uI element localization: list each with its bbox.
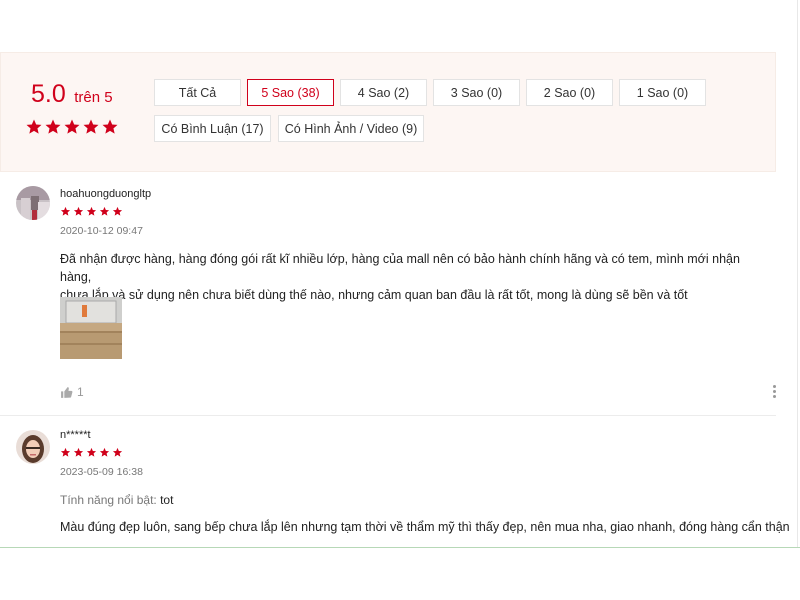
star-icon	[60, 447, 71, 457]
average-score: 5.0 trên 5	[31, 80, 113, 109]
review-date: 2020-10-12 09:47	[60, 225, 143, 237]
page-bottom-border	[0, 547, 800, 548]
filter-1-star-button[interactable]: 1 Sao (0)	[619, 79, 706, 106]
review-content: Màu đúng đẹp luôn, sang bếp chưa lắp lên…	[60, 518, 790, 536]
page-edge	[797, 0, 798, 548]
filter-4-star-button[interactable]: 4 Sao (2)	[340, 79, 427, 106]
rating-summary-panel	[0, 52, 776, 172]
star-icon	[26, 119, 42, 134]
filter-3-star-button[interactable]: 3 Sao (0)	[433, 79, 520, 106]
filter-with-media-button[interactable]: Có Hình Ảnh / Video (9)	[278, 115, 424, 142]
star-icon	[73, 206, 84, 216]
avatar[interactable]	[16, 186, 50, 220]
star-icon	[112, 206, 123, 216]
star-icon	[86, 206, 97, 216]
star-icon	[73, 447, 84, 457]
review-photo[interactable]	[60, 297, 122, 359]
score-suffix: trên 5	[74, 89, 113, 106]
star-icon	[60, 206, 71, 216]
review-content-line: chưa lắp và sử dụng nên chưa biết dùng t…	[60, 288, 688, 302]
review-stars	[60, 206, 123, 217]
feature-label: Tính năng nổi bật:	[60, 493, 157, 507]
feature-value: tot	[160, 493, 174, 507]
star-icon	[64, 119, 80, 134]
reviewer-username[interactable]: hoahuongduongltp	[60, 188, 151, 200]
like-count: 1	[77, 385, 84, 399]
score-value: 5.0	[31, 80, 66, 108]
review-stars	[60, 447, 123, 458]
review-content-line: Màu đúng đẹp luôn, sang bếp chưa lắp lên…	[60, 520, 790, 534]
star-icon	[102, 119, 118, 134]
filter-with-comments-button[interactable]: Có Bình Luận (17)	[154, 115, 271, 142]
filter-5-star-button[interactable]: 5 Sao (38)	[247, 79, 334, 106]
review-content: Đã nhận được hàng, hàng đóng gói rất kĩ …	[60, 250, 770, 304]
average-stars	[25, 118, 119, 136]
review-content-line: Đã nhận được hàng, hàng đóng gói rất kĩ …	[60, 252, 740, 284]
product-ratings-section: 5.0 trên 5 Tất Cả 5 Sao (38) 4 Sao (2) 3…	[0, 0, 800, 600]
star-icon	[99, 206, 110, 216]
review-feature: Tính năng nổi bật: tot	[60, 493, 173, 507]
like-button[interactable]: 1	[60, 385, 84, 399]
review-divider	[0, 415, 776, 416]
star-icon	[99, 447, 110, 457]
avatar[interactable]	[16, 430, 50, 464]
star-icon	[83, 119, 99, 134]
star-icon	[86, 447, 97, 457]
filter-all-button[interactable]: Tất Cả	[154, 79, 241, 106]
star-icon	[45, 119, 61, 134]
thumbs-up-icon	[61, 386, 73, 398]
review-date: 2023-05-09 16:38	[60, 466, 143, 478]
reviewer-username[interactable]: n*****t	[60, 429, 91, 441]
star-icon	[112, 447, 123, 457]
filter-2-star-button[interactable]: 2 Sao (0)	[526, 79, 613, 106]
more-vertical-icon[interactable]	[771, 385, 777, 398]
